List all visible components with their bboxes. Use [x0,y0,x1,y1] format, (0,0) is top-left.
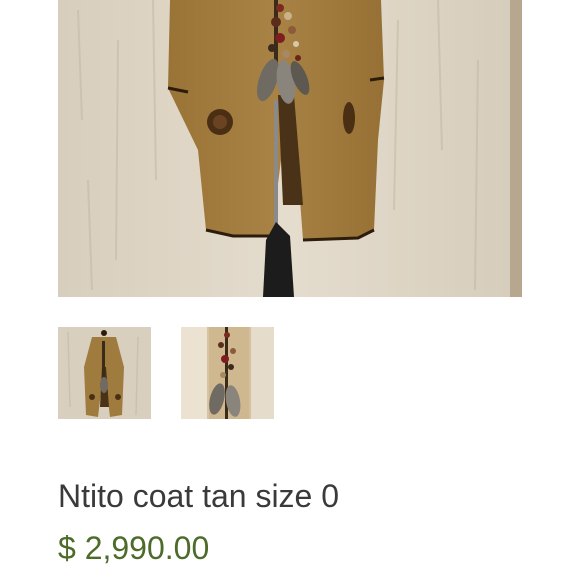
thumbnail-2-image [181,327,274,419]
product-title: Ntito coat tan size 0 [58,478,340,514]
thumbnail-1-image [58,327,151,419]
product-price: $ 2,990.00 [58,530,210,566]
coat-photo [58,0,522,297]
thumbnail-necklace-detail[interactable] [181,327,274,419]
thumbnail-coat-full[interactable] [58,327,151,419]
product-main-image[interactable] [58,0,522,297]
